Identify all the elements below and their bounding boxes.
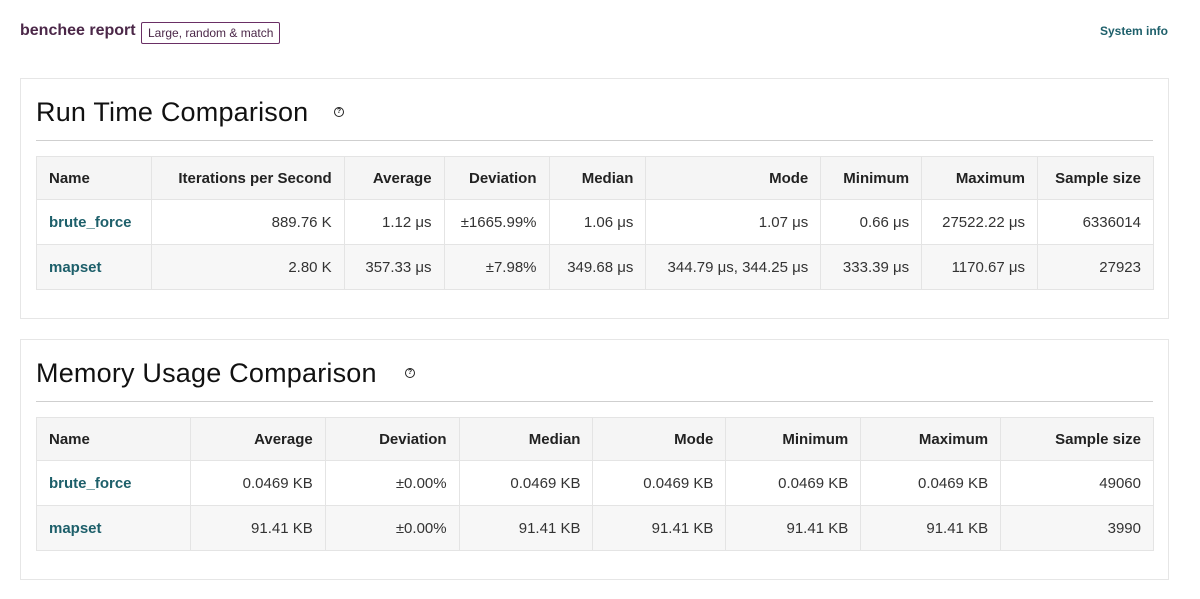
minimum-cell: 91.41 KB [725, 505, 862, 551]
table-header-row: Name Iterations per Second Average Devia… [36, 156, 1154, 200]
mode-cell: 91.41 KB [592, 505, 727, 551]
help-icon[interactable]: ? [405, 368, 415, 378]
run-time-panel: Run Time Comparison ? Name Iterations pe… [20, 78, 1169, 319]
run-time-title: Run Time Comparison [36, 97, 309, 127]
system-info-link[interactable]: System info [1100, 24, 1168, 38]
top-bar: benchee report Large, random & match Sys… [20, 18, 1168, 48]
column-header[interactable]: Name [36, 156, 152, 200]
job-name: mapset [36, 244, 152, 290]
minimum-cell: 333.39 μs [820, 244, 923, 290]
job-name: brute_force [36, 460, 191, 506]
column-header[interactable]: Maximum [921, 156, 1038, 200]
mode-cell: 1.07 μs [645, 199, 822, 245]
average-cell: 357.33 μs [343, 244, 445, 290]
job-name: brute_force [36, 199, 152, 245]
median-cell: 1.06 μs [548, 199, 647, 245]
brand-title[interactable]: benchee report [20, 22, 136, 40]
deviation-cell: ±0.00% [324, 460, 460, 506]
column-header[interactable]: Mode [592, 417, 727, 461]
deviation-cell: ±1665.99% [443, 199, 550, 245]
memory-usage-panel: Memory Usage Comparison ? Name Average D… [20, 339, 1169, 580]
average-cell: 0.0469 KB [189, 460, 326, 506]
run-time-table: Name Iterations per Second Average Devia… [36, 156, 1154, 290]
sample-size-cell: 3990 [1000, 505, 1154, 551]
column-header[interactable]: Sample size [1000, 417, 1154, 461]
column-header[interactable]: Minimum [820, 156, 923, 200]
table-header-row: Name Average Deviation Median Mode Minim… [36, 417, 1154, 461]
ips-cell: 2.80 K [150, 244, 345, 290]
deviation-cell: ±7.98% [443, 244, 550, 290]
column-header[interactable]: Maximum [860, 417, 1002, 461]
column-header[interactable]: Median [458, 417, 594, 461]
minimum-cell: 0.66 μs [820, 199, 923, 245]
median-cell: 91.41 KB [458, 505, 594, 551]
maximum-cell: 91.41 KB [860, 505, 1002, 551]
job-name: mapset [36, 505, 191, 551]
divider [36, 401, 1153, 402]
memory-usage-title: Memory Usage Comparison [36, 358, 377, 388]
column-header[interactable]: Deviation [443, 156, 550, 200]
column-header[interactable]: Minimum [725, 417, 862, 461]
sample-size-cell: 49060 [1000, 460, 1154, 506]
mode-cell: 0.0469 KB [592, 460, 727, 506]
table-row: brute_force 889.76 K 1.12 μs ±1665.99% 1… [36, 199, 1154, 245]
maximum-cell: 27522.22 μs [921, 199, 1038, 245]
sample-size-cell: 27923 [1037, 244, 1154, 290]
deviation-cell: ±0.00% [324, 505, 460, 551]
column-header[interactable]: Mode [645, 156, 822, 200]
column-header[interactable]: Iterations per Second [150, 156, 345, 200]
maximum-cell: 1170.67 μs [921, 244, 1038, 290]
mode-cell: 344.79 μs, 344.25 μs [645, 244, 822, 290]
column-header[interactable]: Average [189, 417, 326, 461]
median-cell: 0.0469 KB [458, 460, 594, 506]
ips-cell: 889.76 K [150, 199, 345, 245]
table-row: mapset 91.41 KB ±0.00% 91.41 KB 91.41 KB… [36, 505, 1154, 551]
maximum-cell: 0.0469 KB [860, 460, 1002, 506]
help-icon[interactable]: ? [334, 107, 344, 117]
average-cell: 91.41 KB [189, 505, 326, 551]
table-row: mapset 2.80 K 357.33 μs ±7.98% 349.68 μs… [36, 244, 1154, 290]
column-header[interactable]: Median [548, 156, 647, 200]
median-cell: 349.68 μs [548, 244, 647, 290]
average-cell: 1.12 μs [343, 199, 445, 245]
divider [36, 140, 1153, 141]
minimum-cell: 0.0469 KB [725, 460, 862, 506]
sample-size-cell: 6336014 [1037, 199, 1154, 245]
memory-usage-table: Name Average Deviation Median Mode Minim… [36, 417, 1154, 551]
column-header[interactable]: Deviation [324, 417, 460, 461]
table-row: brute_force 0.0469 KB ±0.00% 0.0469 KB 0… [36, 460, 1154, 506]
column-header[interactable]: Name [36, 417, 191, 461]
suite-badge: Large, random & match [141, 22, 281, 44]
column-header[interactable]: Average [343, 156, 445, 200]
column-header[interactable]: Sample size [1037, 156, 1154, 200]
